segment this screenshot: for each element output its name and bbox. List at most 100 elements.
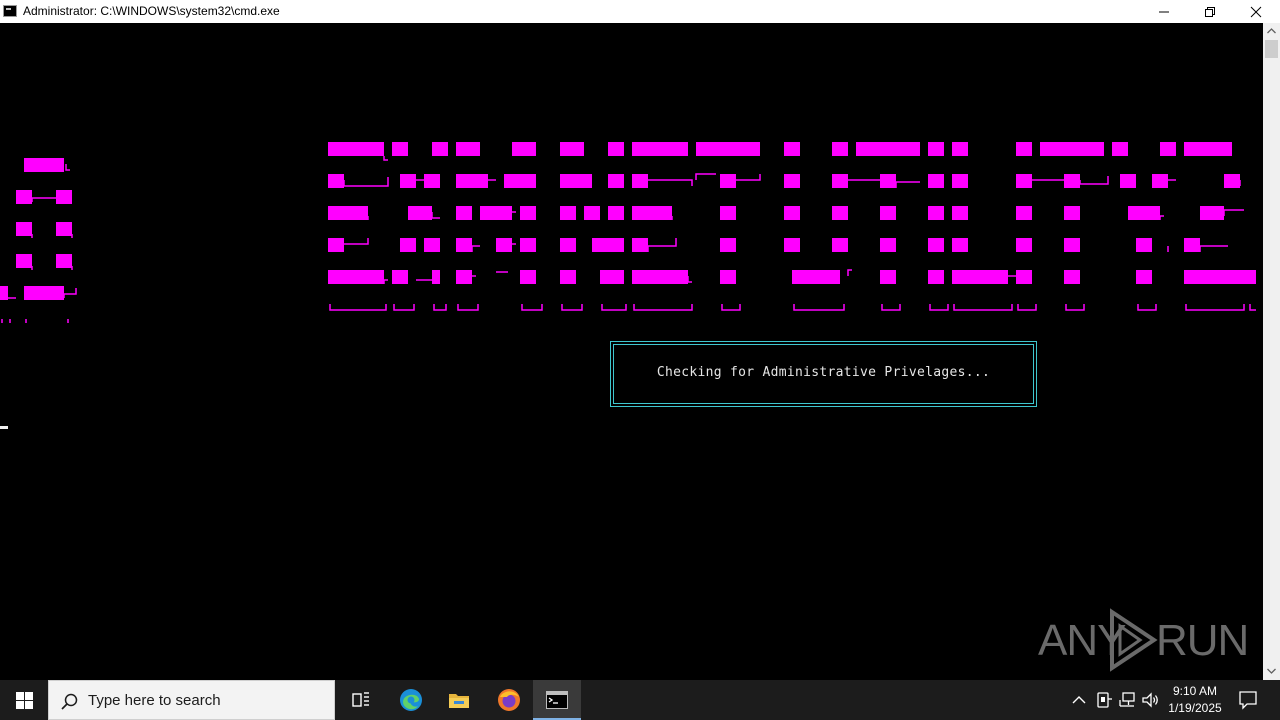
- task-view-button[interactable]: [336, 680, 384, 720]
- banner-line: [393, 304, 415, 311]
- banner-block: [1152, 174, 1168, 188]
- banner-line: [929, 304, 949, 311]
- vertical-scrollbar[interactable]: [1263, 23, 1280, 680]
- banner-block: [928, 238, 944, 252]
- console-output[interactable]: Checking for Administrative Privelages..…: [0, 23, 1263, 680]
- firefox-taskbar-button[interactable]: [485, 680, 533, 720]
- clock-time: 9:10 AM: [1172, 684, 1218, 698]
- banner-block: [784, 238, 800, 252]
- banner-block: [784, 174, 800, 188]
- scroll-up-button[interactable]: [1263, 23, 1280, 40]
- banner-block: [56, 254, 72, 268]
- play-logo-icon: [1110, 608, 1158, 672]
- taskbar-search-box[interactable]: Type here to search: [48, 680, 335, 720]
- banner-line: [1185, 304, 1245, 311]
- window-title: Administrator: C:\WINDOWS\system32\cmd.e…: [23, 4, 280, 18]
- banner-block: [1184, 270, 1248, 284]
- banner-block: [784, 206, 800, 220]
- taskbar-clock[interactable]: 9:10 AM 1/19/2025: [1160, 683, 1230, 717]
- banner-block: [856, 142, 920, 156]
- scroll-down-arrow-icon: [1267, 668, 1276, 674]
- banner-block: [432, 270, 440, 284]
- banner-line: [721, 304, 741, 311]
- banner-block: [1128, 206, 1160, 220]
- banner-block: [1064, 206, 1080, 220]
- banner-line: [383, 156, 388, 161]
- banner-block: [328, 174, 344, 188]
- status-message: Checking for Administrative Privelages..…: [656, 365, 991, 380]
- banner-line: [383, 279, 388, 284]
- banner-block: [456, 238, 472, 252]
- banner-line: [25, 319, 69, 323]
- file-explorer-icon: [449, 694, 469, 708]
- banner-block: [952, 238, 968, 252]
- banner-block: [24, 158, 64, 172]
- banner-block: [400, 238, 416, 252]
- banner-block: [24, 286, 64, 300]
- banner-block: [632, 270, 688, 284]
- banner-block: [1200, 206, 1224, 220]
- banner-line: [457, 304, 479, 311]
- cmd-taskbar-button[interactable]: [533, 680, 581, 720]
- close-button[interactable]: [1233, 0, 1279, 23]
- banner-block: [520, 270, 536, 284]
- banner-line: [433, 304, 447, 311]
- banner-line: [1199, 245, 1228, 252]
- windows-logo-icon: [16, 692, 33, 709]
- banner-line: [648, 179, 693, 186]
- banner-line: [687, 276, 692, 283]
- banner-block: [560, 270, 576, 284]
- banner-block: [512, 142, 536, 156]
- banner-block: [328, 142, 384, 156]
- scroll-thumb[interactable]: [1265, 40, 1278, 58]
- banner-line: [1065, 304, 1085, 311]
- banner-block: [560, 142, 584, 156]
- start-button[interactable]: [0, 680, 48, 720]
- banner-line: [647, 238, 677, 252]
- banner-line: [329, 304, 387, 311]
- notification-icon: [1239, 691, 1257, 710]
- banner-block: [1160, 142, 1176, 156]
- banner-line: [1249, 304, 1256, 311]
- minimize-icon: [1159, 11, 1169, 13]
- banner-line: [65, 164, 70, 171]
- banner-line: [695, 173, 716, 180]
- banner-block: [1136, 238, 1152, 252]
- banner-block: [1184, 142, 1232, 156]
- banner-block: [952, 206, 968, 220]
- banner-line: [1079, 176, 1109, 185]
- banner-block: [328, 270, 384, 284]
- banner-block: [792, 270, 840, 284]
- banner-block: [632, 174, 648, 188]
- banner-line: [1, 319, 11, 323]
- banner-block: [392, 270, 408, 284]
- title-bar[interactable]: Administrator: C:\WINDOWS\system32\cmd.e…: [0, 0, 1280, 23]
- banner-block: [632, 142, 688, 156]
- banner-line: [895, 181, 920, 188]
- banner-line: [31, 197, 56, 202]
- text-cursor: [0, 426, 8, 429]
- banner-block: [880, 206, 896, 220]
- banner-block: [608, 142, 624, 156]
- banner-block: [1016, 206, 1032, 220]
- scroll-down-button[interactable]: [1263, 663, 1280, 680]
- banner-block: [1040, 142, 1104, 156]
- cmd-icon: [546, 691, 568, 709]
- banner-block: [880, 238, 896, 252]
- banner-block: [1112, 142, 1128, 156]
- banner-line: [1137, 304, 1157, 311]
- device-icon: [1097, 692, 1112, 708]
- banner-line: [344, 238, 369, 245]
- banner-block: [1064, 238, 1080, 252]
- banner-block: [408, 206, 432, 220]
- banner-line: [601, 304, 627, 311]
- banner-line: [1159, 215, 1164, 220]
- minimize-button[interactable]: [1141, 0, 1187, 23]
- edge-taskbar-button[interactable]: [387, 680, 435, 720]
- banner-block: [560, 238, 576, 252]
- banner-block: [328, 206, 368, 220]
- restore-button[interactable]: [1187, 0, 1233, 23]
- banner-block: [928, 206, 944, 220]
- banner-block: [520, 238, 536, 252]
- file-explorer-taskbar-button[interactable]: [435, 680, 483, 720]
